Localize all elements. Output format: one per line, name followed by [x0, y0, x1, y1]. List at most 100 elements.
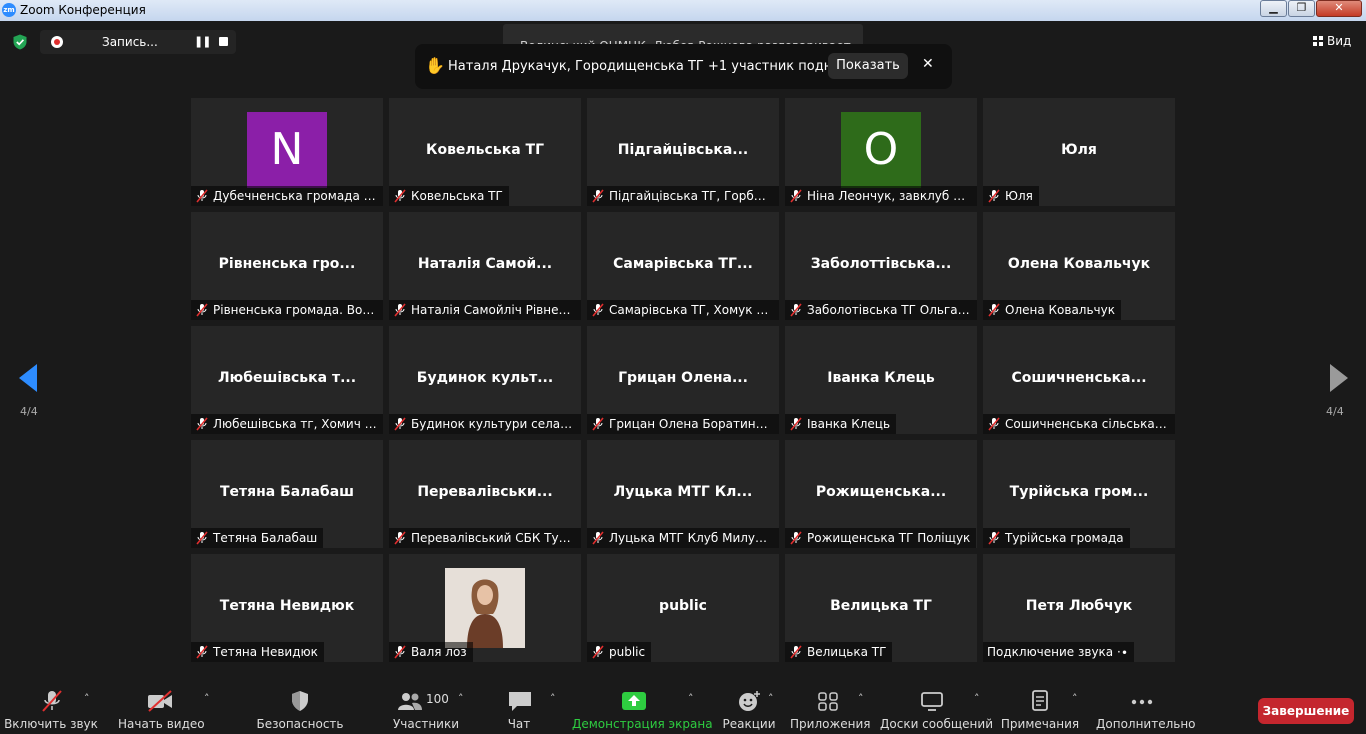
- participant-display-name: Ковельська ТГ: [426, 142, 544, 158]
- participant-name-tag: Тетяна Балабаш: [191, 528, 324, 548]
- apps-button[interactable]: ˄ Приложения: [790, 682, 871, 734]
- participant-name-tag: Любешівська тг, Хомич Т...: [191, 414, 383, 434]
- audio-options-chevron-icon[interactable]: ˄: [84, 692, 90, 705]
- participant-name-label: public: [609, 645, 646, 659]
- participant-name-tag: Сошичненська сільська те...: [983, 414, 1175, 434]
- participant-tile[interactable]: Будинок культ... Будинок культури села Св…: [389, 326, 581, 434]
- more-label: Дополнительно: [1096, 717, 1196, 731]
- whiteboards-button[interactable]: ˄ Доски сообщений: [880, 682, 993, 734]
- participant-name-label: Дубечненська громада Н...: [213, 189, 383, 203]
- participant-name-tag: Олена Ковальчук: [983, 300, 1121, 320]
- participant-name-tag: Турійська громада: [983, 528, 1130, 548]
- view-button[interactable]: Вид: [1313, 34, 1351, 48]
- participant-display-name: Іванка Клець: [827, 370, 935, 386]
- muted-microphone-icon: [196, 417, 208, 431]
- reactions-button[interactable]: ˄ Реакции: [718, 682, 780, 734]
- participant-tile[interactable]: Турійська гром... Турійська громада: [983, 440, 1175, 548]
- participant-display-name: Наталія Самой...: [417, 256, 553, 272]
- show-raised-hands-button[interactable]: Показать: [828, 53, 908, 79]
- muted-microphone-icon: [394, 417, 406, 431]
- participant-tile[interactable]: public public: [587, 554, 779, 662]
- participant-tile[interactable]: Юля Юля: [983, 98, 1175, 206]
- participant-display-name: Тетяна Невидюк: [219, 598, 355, 614]
- participant-tile[interactable]: Грицан Олена... Грицан Олена Боратинськ..…: [587, 326, 779, 434]
- page-indicator-right: 4/4: [1326, 405, 1344, 418]
- video-options-chevron-icon[interactable]: ˄: [204, 692, 210, 705]
- grid-view-icon: [1313, 36, 1323, 46]
- chat-button[interactable]: ˄ Чат: [498, 682, 564, 734]
- participant-display-name: Олена Ковальчук: [1007, 256, 1151, 272]
- participant-tile[interactable]: Самарівська ТГ... Самарівська ТГ, Хомук Г…: [587, 212, 779, 320]
- encryption-shield-icon[interactable]: [12, 34, 28, 50]
- security-button[interactable]: Безопасность: [256, 682, 344, 734]
- participant-display-name: Заболоттівська...: [810, 256, 952, 272]
- whiteboards-options-chevron-icon[interactable]: ˄: [974, 692, 980, 705]
- unmute-label: Включить звук: [4, 717, 98, 731]
- participant-name-label: Заболотівська ТГ Ольга Г...: [807, 303, 977, 317]
- share-screen-button[interactable]: ˄ Демонстрация экрана: [572, 682, 713, 734]
- share-screen-arrow-icon: [622, 692, 646, 710]
- apps-label: Приложения: [790, 717, 871, 731]
- window-title-bar: zm Zoom Конференция ▁ ❐ ✕: [0, 0, 1366, 21]
- maximize-button[interactable]: ❐: [1288, 0, 1315, 17]
- chat-options-chevron-icon[interactable]: ˄: [550, 692, 556, 705]
- participant-tile[interactable]: Ковельська ТГ Ковельська ТГ: [389, 98, 581, 206]
- participant-display-name: Рівненська гро...: [218, 256, 356, 272]
- close-window-button[interactable]: ✕: [1316, 0, 1362, 17]
- participant-name-tag: Іванка Клець: [785, 414, 897, 434]
- start-video-button[interactable]: ˄ Начать видео: [118, 682, 210, 734]
- participant-tile[interactable]: Тетяна Невидюк Тетяна Невидюк: [191, 554, 383, 662]
- stop-recording-button[interactable]: [219, 37, 228, 46]
- pause-recording-button[interactable]: ❚❚: [194, 35, 211, 48]
- next-page-arrow-icon[interactable]: [1328, 363, 1350, 393]
- participant-name-label: Олена Ковальчук: [1005, 303, 1115, 317]
- participant-tile[interactable]: Рівненська гро... Рівненська громада. Вой…: [191, 212, 383, 320]
- participant-name-tag: Рожищенська ТГ Поліщук: [785, 528, 977, 548]
- participant-display-name: Перевалівськи...: [417, 484, 553, 500]
- participant-tile[interactable]: Сошичненська... Сошичненська сільська те.…: [983, 326, 1175, 434]
- participant-tile[interactable]: Наталія Самой... Наталія Самойліч Рівненс…: [389, 212, 581, 320]
- muted-microphone-icon: [988, 189, 1000, 203]
- participant-tile[interactable]: N Дубечненська громада Н...: [191, 98, 383, 206]
- participant-tile[interactable]: Перевалівськи... Перевалівський СБК Турій…: [389, 440, 581, 548]
- share-options-chevron-icon[interactable]: ˄: [688, 692, 694, 705]
- more-button[interactable]: Дополнительно: [1096, 682, 1196, 734]
- participant-tile[interactable]: O Ніна Леончук, завклуб с.К...: [785, 98, 977, 206]
- participant-tile[interactable]: Велицька ТГ Велицька ТГ: [785, 554, 977, 662]
- participant-tile[interactable]: Любешівська т... Любешівська тг, Хомич Т.…: [191, 326, 383, 434]
- participant-tile[interactable]: Рожищенська... Рожищенська ТГ Поліщук: [785, 440, 977, 548]
- participant-tile[interactable]: Валя лоз: [389, 554, 581, 662]
- participant-tile[interactable]: Тетяна Балабаш Тетяна Балабаш: [191, 440, 383, 548]
- participant-tile[interactable]: Луцька МТГ Кл... Луцька МТГ Клуб Милуші .…: [587, 440, 779, 548]
- participant-display-name: Любешівська т...: [217, 370, 357, 386]
- participant-tile[interactable]: Заболоттівська... Заболотівська ТГ Ольга …: [785, 212, 977, 320]
- participant-name-label: Рожищенська ТГ Поліщук: [807, 531, 971, 545]
- participants-button[interactable]: 100 ˄ Участники: [378, 682, 474, 734]
- participant-tile[interactable]: Олена Ковальчук Олена Ковальчук: [983, 212, 1175, 320]
- notes-button[interactable]: ˄ Примечания: [1000, 682, 1080, 734]
- participant-name-label: Луцька МТГ Клуб Милуші ...: [609, 531, 779, 545]
- muted-microphone-icon: [394, 531, 406, 545]
- unmute-button[interactable]: ˄ Включить звук: [0, 682, 102, 734]
- participant-tile[interactable]: Іванка Клець Іванка Клець: [785, 326, 977, 434]
- end-meeting-button[interactable]: Завершение: [1258, 698, 1354, 724]
- participant-tile[interactable]: Петя Любчук Подключение звука ·∙: [983, 554, 1175, 662]
- participant-name-tag: Підгайцівська ТГ, Горбач ...: [587, 186, 779, 206]
- participant-name-tag: Рівненська громада. Войт...: [191, 300, 383, 320]
- muted-microphone-icon: [394, 303, 406, 317]
- recording-indicator: Запись... ❚❚: [40, 30, 236, 54]
- previous-page-arrow-icon[interactable]: [17, 363, 39, 393]
- reactions-options-chevron-icon[interactable]: ˄: [768, 692, 774, 705]
- participant-name-tag: Валя лоз: [389, 642, 473, 662]
- notes-label: Примечания: [1000, 717, 1080, 731]
- participant-name-label: Сошичненська сільська те...: [1005, 417, 1175, 431]
- participant-tile[interactable]: Підгайцівська... Підгайцівська ТГ, Горбач…: [587, 98, 779, 206]
- minimize-button[interactable]: ▁: [1260, 0, 1287, 17]
- close-icon[interactable]: ✕: [922, 56, 934, 72]
- apps-options-chevron-icon[interactable]: ˄: [858, 692, 864, 705]
- muted-microphone-icon: [592, 189, 604, 203]
- participants-options-chevron-icon[interactable]: ˄: [458, 692, 464, 705]
- notes-options-chevron-icon[interactable]: ˄: [1072, 692, 1078, 705]
- share-screen-label: Демонстрация экрана: [572, 717, 713, 731]
- participant-name-label: Тетяна Невидюк: [213, 645, 318, 659]
